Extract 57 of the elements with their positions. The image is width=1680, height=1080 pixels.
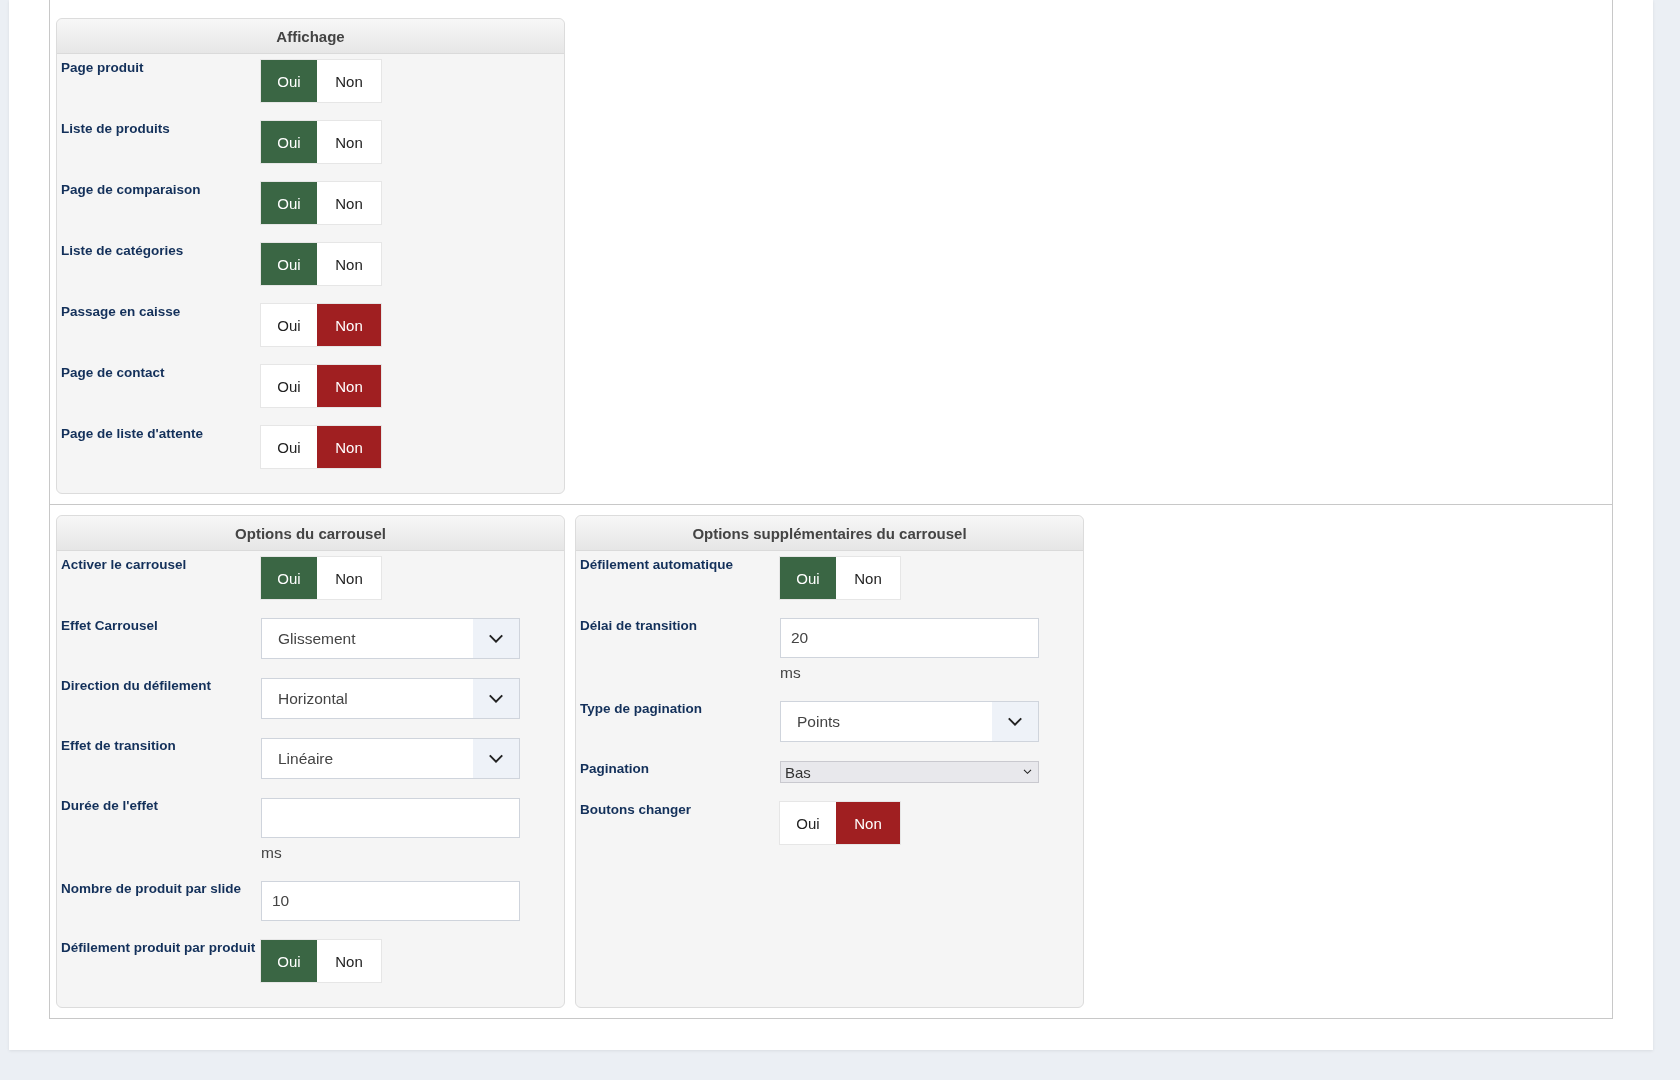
field-label: Durée de l'effet [61,798,159,815]
dropdown-select[interactable]: Bas [780,761,1039,783]
toggle-option[interactable]: Non [317,557,381,599]
toggle-option[interactable]: Non [317,60,381,102]
field-label: Page produit [61,60,145,77]
field-label: Direction du défilement [61,678,213,695]
dropdown-select[interactable]: Glissement [261,618,520,659]
toggle-option[interactable]: Oui [261,121,317,163]
toggle-option[interactable]: Non [317,426,381,468]
field-label: Type de pagination [580,701,703,718]
field-label: Page de liste d'attente [61,426,204,443]
toggle-option[interactable]: Non [317,365,381,407]
unit-label: ms [780,664,801,682]
text-field[interactable]: 20 [780,618,1039,658]
toggle-option[interactable]: Non [317,304,381,346]
field-label: Page de contact [61,365,166,382]
toggle-option[interactable]: Oui [780,557,836,599]
chevron-down-icon [1023,769,1032,775]
field-label: Défilement automatique [580,557,735,574]
field-label: Liste de produits [61,121,171,138]
chevron-down-icon [1007,716,1023,727]
field-label: Pagination [580,761,650,778]
toggle-option[interactable]: Non [317,243,381,285]
field-label: Activer le carrousel [61,557,188,574]
chevron-down-icon [488,753,504,764]
field-label: Nombre de produit par slide [61,881,243,898]
toggle-option[interactable]: Oui [261,60,317,102]
toggle-option[interactable]: Oui [261,557,317,599]
field-label: Liste de catégories [61,243,185,260]
toggle-option[interactable]: Oui [261,243,317,285]
toggle-option[interactable]: Non [317,121,381,163]
toggle-option[interactable]: Non [317,940,381,982]
unit-label: ms [261,844,282,862]
chevron-down-icon [488,633,504,644]
toggle-option[interactable]: Oui [261,304,317,346]
dropdown-select[interactable]: Points [780,701,1039,742]
toggle-option[interactable]: Oui [261,182,317,224]
text-field[interactable] [261,798,520,838]
text-field[interactable]: 10 [261,881,520,921]
field-label: Défilement produit par produit [61,940,257,957]
toggle-option[interactable]: Non [317,182,381,224]
dropdown-select[interactable]: Linéaire [261,738,520,779]
toggle-option[interactable]: Non [836,557,900,599]
field-label: Boutons changer [580,802,692,819]
dropdown-select[interactable]: Horizontal [261,678,520,719]
field-label: Passage en caisse [61,304,182,321]
field-label: Effet Carrousel [61,618,159,635]
toggle-option[interactable]: Oui [261,940,317,982]
field-label: Page de comparaison [61,182,202,199]
toggle-option[interactable]: Oui [780,802,836,844]
chevron-down-icon [488,693,504,704]
toggle-option[interactable]: Oui [261,426,317,468]
field-label: Effet de transition [61,738,177,755]
panel-title: Options du carrousel [57,516,564,551]
field-label: Délai de transition [580,618,699,635]
toggle-option[interactable]: Oui [261,365,317,407]
toggle-option[interactable]: Non [836,802,900,844]
